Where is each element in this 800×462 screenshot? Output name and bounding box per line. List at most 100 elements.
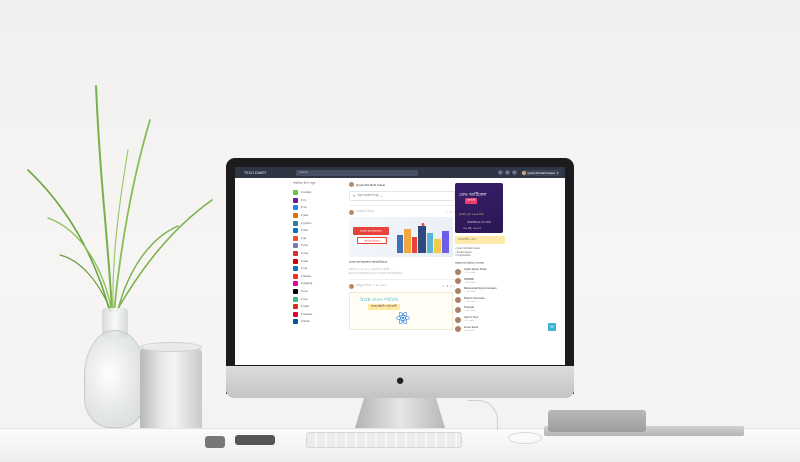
search-input[interactable]: Search [296,169,419,176]
bell-icon[interactable]: ● [497,170,503,175]
avatar [455,278,461,285]
chat-icon[interactable]: ● [511,170,517,175]
member-item[interactable]: Mohsin Tanvosain ১১টি ডায়েরি [455,296,505,306]
tag-item[interactable]: # dart [293,227,341,235]
post-meta: প্রকাশিত: ৪ মে, ২০২২, প্রকাশকাল ৩মিনিট #… [349,268,455,275]
tag-label: # vue [301,297,308,301]
mouse [508,432,542,444]
tag-logo-icon [293,228,298,234]
edit-icon[interactable]: ✎ [442,285,444,288]
avatar [455,268,461,275]
watch [205,436,225,448]
tag-item[interactable]: # css [293,265,341,273]
tag-logo-icon [293,311,298,317]
tag-list: # nodejs # cs # ios # java # python # dart # g… [293,189,341,326]
tag-label: # python [301,221,312,225]
post-cover-image[interactable]: রিয়েক্ট জেএস পরিচিতি জাভাস্ক্রিপ্ট লাইব… [349,292,453,331]
tags-title: নির্বাচিত ট্যাগ সমূহ [293,181,316,185]
monitor-stand [355,398,445,428]
avatar [455,287,461,294]
people-list: Ashik Jaman Shiam ১৫টি ডায়েরি DIRMRF ১৩টি … [455,267,505,334]
tag-item[interactable]: # ios [293,204,341,212]
tag-label: # nodejs [301,191,312,195]
tag-label: # css [301,267,308,271]
left-sidebar: নির্বাচিত ট্যাগ সমূহ # nodejs # cs # ios # … [293,181,341,326]
chevron-down-icon: ▾ [556,170,558,175]
tag-item[interactable]: # laravel [293,273,341,281]
member-meta: ১১টি ডায়েরি [464,300,476,303]
member-item[interactable]: Mohammad Nyonul Hossain ১২টি ডায়েরি [455,286,505,296]
heart-icon[interactable]: ♡ [446,211,448,214]
avatar [455,297,461,304]
tag-label: # laravel [301,274,312,278]
tag-label: # ruby [301,252,309,256]
member-text: Ashik Jaman Shiam ১৫টি ডায়েরি [464,268,487,275]
brand-logo[interactable]: TECH DIARY [244,171,266,175]
tag-item[interactable]: # java [293,212,341,220]
bookmark-icon[interactable]: ● [504,170,510,175]
tag-item[interactable]: # rust [293,288,341,296]
post-card[interactable]: আরাফাত হোসেন ♡ 0 ▯ ওয়েব অ্যাপ্লিকেশন আর… [349,205,455,275]
tag-item[interactable]: # redis [293,303,341,311]
tag-label: # cs [301,198,306,202]
post-author[interactable]: মাহমুদুল হাসান · ২ মে, ২০২২ [356,284,387,289]
new-diary-input[interactable]: ✎ নতুন ডায়েরি লিখুন ● [349,191,455,201]
heart-icon[interactable]: ♥ [447,285,449,288]
quick-link[interactable]: Imraj Rakhan [455,254,505,258]
member-item[interactable]: Zunai Jacob ৯টি ডায়েরি [455,324,505,334]
cover-label-1: ওয়েব অ্যাপ্লিকেশন [353,227,389,235]
speaker [140,346,202,432]
contest-ad-banner[interactable]: ডেভ আর্টিকেল কন্টেস্ট পুরস্কার মূল্য ৫০০… [455,183,503,233]
avatar [455,316,461,323]
post-title[interactable]: ওয়েব অ্যাপ্লিকেশন আর্কিটেকচার [349,260,455,266]
tag-item[interactable]: # php [293,242,341,250]
post-tags[interactable]: #ওয়েব #অ্যাপ্লিকেশন #ওয়েব অ্যাপ্লিকেশন… [349,272,455,276]
tag-item[interactable]: # vue [293,295,341,303]
tag-logo-icon [293,243,298,249]
user-menu[interactable]: Quazi Md Mahi Faisal ▾ [520,169,561,176]
tag-item[interactable]: # flutter [293,318,341,326]
tag-logo-icon [293,220,298,226]
tag-item[interactable]: # graphql [293,280,341,288]
post-cover-image[interactable]: ওয়েব অ্যাপ্লিকেশন আর্কিটেকচার [349,217,453,257]
tag-logo-icon [293,273,298,279]
react-logo-icon [396,312,410,325]
tag-item[interactable]: # ruby [293,250,341,258]
speaker-top [140,342,202,352]
member-item[interactable]: Arifur's Tech ৯টি ডায়েরি [455,315,505,325]
tag-label: # graphql [301,282,313,286]
feed-user[interactable]: Quazi Md Mahi Faisal [349,181,455,188]
member-meta: ১২টি ডায়েরি [464,291,476,294]
tag-item[interactable]: # git [293,235,341,243]
member-text: Pushpak ১০টি ডায়েরি [464,306,476,313]
member-item[interactable]: DIRMRF ১৩টি ডায়েরি [455,276,505,286]
avatar [349,209,354,215]
laptop-lid [548,410,646,432]
tag-logo-icon [293,319,298,325]
member-meta: ১০টি ডায়েরি [464,310,476,313]
avatar [349,182,354,187]
account-link[interactable]: অ্যাকাউন্ট এ যাও [455,236,505,244]
tag-label: # rust [301,290,308,294]
post-author[interactable]: আরাফাত হোসেন [356,210,374,215]
post-card[interactable]: মাহমুদুল হাসান · ২ মে, ২০২২ ✎ ♥ 4 ▯ রিয়… [349,279,455,331]
glass-vase [84,330,146,428]
tag-label: # redis [301,305,310,309]
tag-logo-icon [293,258,298,264]
tag-label: # git [301,236,307,240]
tag-item[interactable]: # nodejs [293,189,341,197]
ad-prize: পুরস্কার মূল্য ৫০০০ টাকা [459,213,484,216]
emoji-icon: ● [380,194,383,198]
apple-logo-icon: ● [395,372,405,389]
tag-logo-icon [293,213,298,219]
tag-item[interactable]: # rails [293,257,341,265]
tag-label: # java [301,214,309,218]
tag-item[interactable]: # angular [293,311,341,319]
member-item[interactable]: Ashik Jaman Shiam ১৫টি ডায়েরি [455,267,505,277]
member-meta: ৯টি ডায়েরি [464,320,475,323]
member-text: Arifur's Tech ৯টি ডায়েরি [464,316,478,323]
tag-item[interactable]: # cs [293,197,341,205]
tag-item[interactable]: # python [293,219,341,227]
chat-button[interactable]: ✉ [548,323,556,331]
member-item[interactable]: Pushpak ১০টি ডায়েরি [455,305,505,315]
